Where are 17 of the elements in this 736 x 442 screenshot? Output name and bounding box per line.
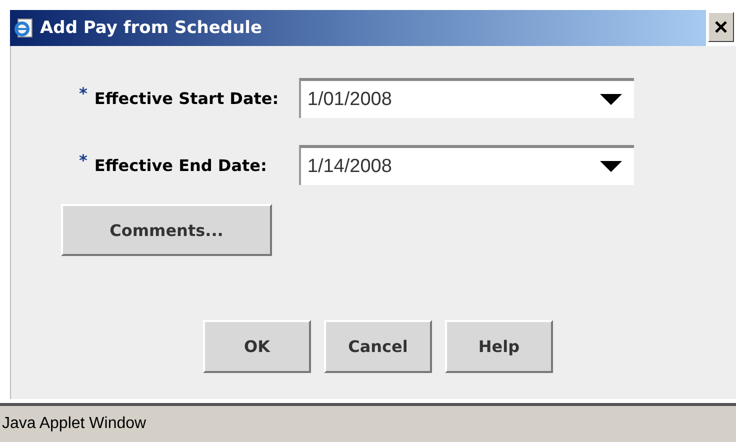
status-text: Java Applet Window [2, 415, 146, 433]
dialog-button[interactable]: Cancel [324, 320, 432, 373]
dialog-button[interactable]: Help [445, 320, 553, 373]
caret-icon [600, 161, 622, 172]
field-label: Effective End Date: [94, 156, 268, 174]
app-icon [14, 18, 34, 38]
comments-button[interactable]: Comments... [61, 204, 272, 256]
field-label: Effective Start Date: [94, 88, 280, 108]
close-icon [714, 20, 728, 34]
date-dropdown[interactable]: 1/14/2008 [299, 145, 634, 185]
required-mark: * [79, 151, 88, 170]
required-mark: * [79, 84, 88, 103]
caret-icon [600, 94, 622, 105]
dialog-button[interactable]: OK [203, 320, 311, 373]
date-dropdown[interactable]: 1/01/2008 [299, 78, 634, 118]
window-title: Add Pay from Schedule [40, 18, 262, 38]
close-button[interactable] [708, 12, 734, 42]
